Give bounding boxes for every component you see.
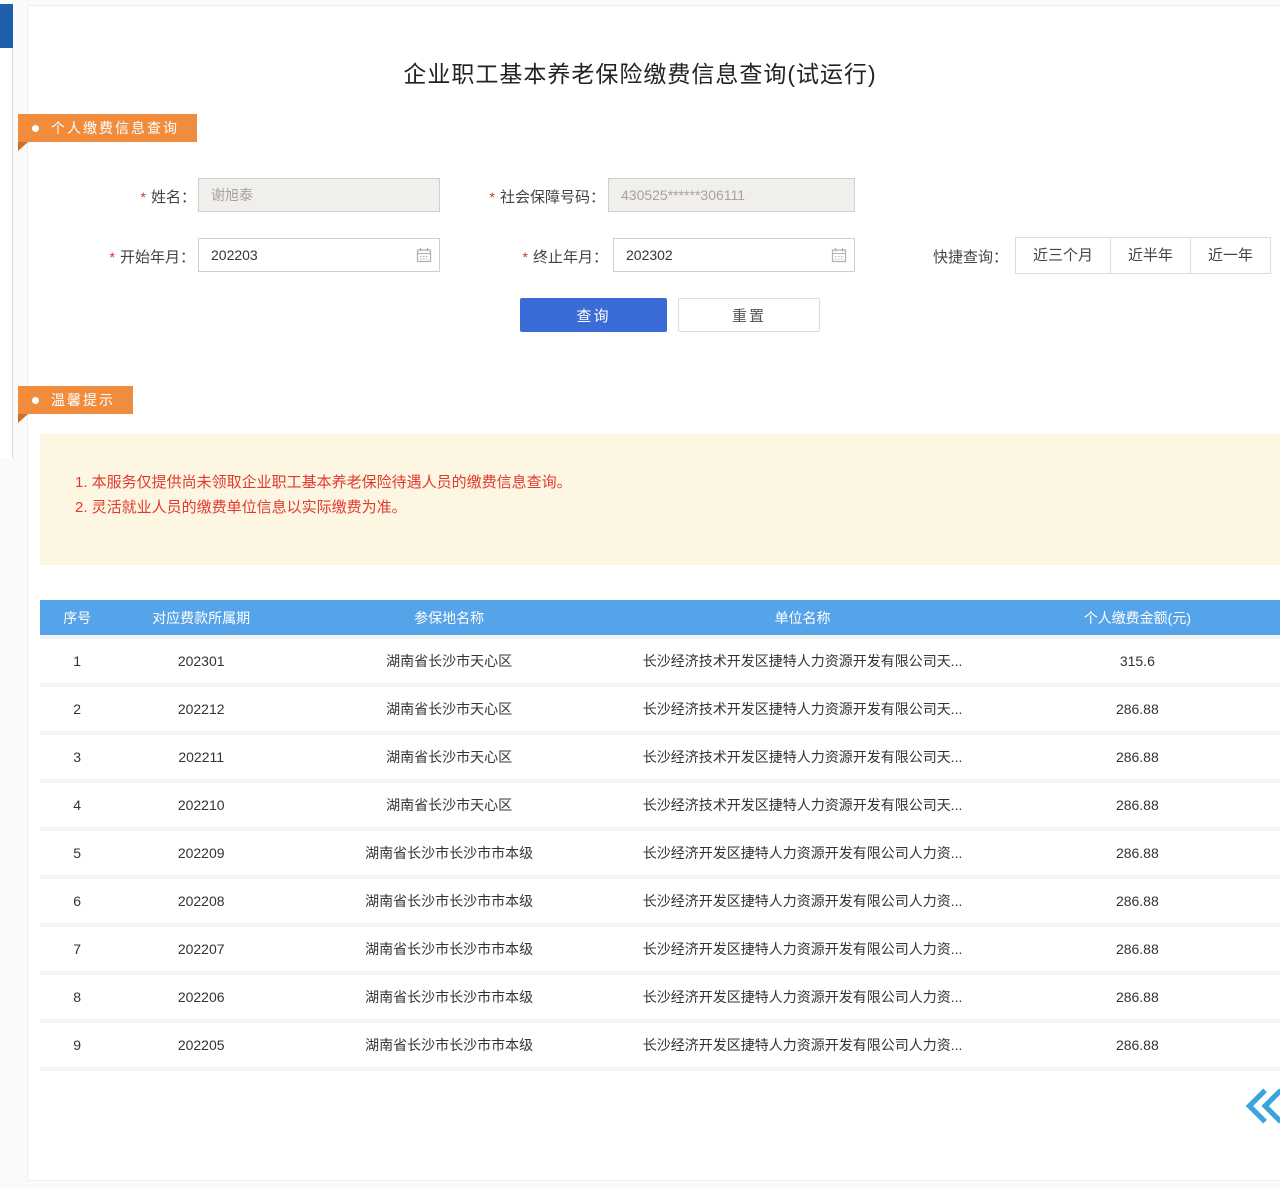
end-month-label: *终止年月： — [488, 246, 608, 267]
table-row: 9202205湖南省长沙市长沙市市本级长沙经济开发区捷特人力资源开发有限公司人力… — [40, 1023, 1280, 1071]
personal-query-section-label: 个人缴费信息查询 — [51, 118, 179, 138]
cell-amount: 286.88 — [995, 749, 1280, 765]
cell-period: 202211 — [114, 749, 288, 765]
cell-amount: 286.88 — [995, 1037, 1280, 1053]
table-row: 2202212湖南省长沙市天心区长沙经济技术开发区捷特人力资源开发有限公司天..… — [40, 687, 1280, 735]
table-row: 8202206湖南省长沙市长沙市市本级长沙经济开发区捷特人力资源开发有限公司人力… — [40, 975, 1280, 1023]
cell-period: 202206 — [114, 989, 288, 1005]
tips-section-label: 温馨提示 — [51, 390, 115, 410]
cell-company: 长沙经济开发区捷特人力资源开发有限公司人力资... — [610, 1035, 994, 1055]
cell-amount: 286.88 — [995, 797, 1280, 813]
end-month-input[interactable] — [613, 238, 855, 272]
quick-range-1year-button[interactable]: 近一年 — [1190, 237, 1271, 274]
cell-area: 湖南省长沙市长沙市市本级 — [288, 843, 610, 863]
header-cell-period: 对应费款所属期 — [114, 608, 288, 628]
bullet-dot-icon — [32, 397, 39, 404]
table-row: 3202211湖南省长沙市天心区长沙经济技术开发区捷特人力资源开发有限公司天..… — [40, 735, 1280, 783]
cell-area: 湖南省长沙市天心区 — [288, 795, 610, 815]
name-field-wrap — [198, 178, 440, 212]
cell-period: 202207 — [114, 941, 288, 957]
cell-period: 202210 — [114, 797, 288, 813]
bullet-dot-icon — [32, 125, 39, 132]
cell-area: 湖南省长沙市长沙市市本级 — [288, 1035, 610, 1055]
cell-company: 长沙经济技术开发区捷特人力资源开发有限公司天... — [610, 747, 994, 767]
table-row: 5202209湖南省长沙市长沙市市本级长沙经济开发区捷特人力资源开发有限公司人力… — [40, 831, 1280, 879]
calendar-icon[interactable] — [831, 247, 847, 263]
cell-area: 湖南省长沙市天心区 — [288, 747, 610, 767]
page-title: 企业职工基本养老保险缴费信息查询(试运行) — [0, 55, 1280, 89]
cell-area: 湖南省长沙市天心区 — [288, 651, 610, 671]
cell-period: 202301 — [114, 653, 288, 669]
cell-amount: 286.88 — [995, 989, 1280, 1005]
quick-range-6months-button[interactable]: 近半年 — [1110, 237, 1191, 274]
table-row: 7202207湖南省长沙市长沙市市本级长沙经济开发区捷特人力资源开发有限公司人力… — [40, 927, 1280, 975]
cell-company: 长沙经济开发区捷特人力资源开发有限公司人力资... — [610, 843, 994, 863]
cell-no: 6 — [40, 893, 114, 909]
ssn-input[interactable] — [608, 178, 855, 212]
cell-no: 8 — [40, 989, 114, 1005]
double-left-chevron-icon[interactable] — [1240, 1083, 1280, 1129]
cell-no: 4 — [40, 797, 114, 813]
results-table: 序号 对应费款所属期 参保地名称 单位名称 个人缴费金额(元) 1202301湖… — [40, 600, 1280, 1071]
tips-section-badge: 温馨提示 — [18, 386, 133, 414]
start-month-label: *开始年月： — [75, 246, 195, 267]
header-cell-amount: 个人缴费金额(元) — [995, 608, 1280, 628]
results-table-body: 1202301湖南省长沙市天心区长沙经济技术开发区捷特人力资源开发有限公司天..… — [40, 639, 1280, 1071]
notice-line: 1. 本服务仅提供尚未领取企业职工基本养老保险待遇人员的缴费信息查询。 — [75, 470, 1260, 495]
cell-amount: 286.88 — [995, 845, 1280, 861]
sidebar-logo-block — [0, 4, 13, 48]
cell-company: 长沙经济技术开发区捷特人力资源开发有限公司天... — [610, 651, 994, 671]
cell-company: 长沙经济技术开发区捷特人力资源开发有限公司天... — [610, 795, 994, 815]
ssn-label: *社会保障号码： — [450, 186, 605, 207]
ssn-field-wrap — [608, 178, 855, 212]
header-cell-area: 参保地名称 — [288, 608, 610, 628]
required-asterisk: * — [523, 249, 528, 265]
name-label: *姓名： — [100, 186, 196, 207]
cell-company: 长沙经济开发区捷特人力资源开发有限公司人力资... — [610, 939, 994, 959]
cell-amount: 286.88 — [995, 893, 1280, 909]
cell-company: 长沙经济开发区捷特人力资源开发有限公司人力资... — [610, 987, 994, 1007]
start-month-field-wrap — [198, 238, 440, 272]
header-cell-company: 单位名称 — [610, 608, 994, 628]
quick-query-group: 近三个月 近半年 近一年 — [1016, 237, 1271, 274]
cell-no: 9 — [40, 1037, 114, 1053]
cell-area: 湖南省长沙市长沙市市本级 — [288, 939, 610, 959]
cell-period: 202205 — [114, 1037, 288, 1053]
table-row: 6202208湖南省长沙市长沙市市本级长沙经济开发区捷特人力资源开发有限公司人力… — [40, 879, 1280, 927]
cell-area: 湖南省长沙市长沙市市本级 — [288, 891, 610, 911]
cell-period: 202209 — [114, 845, 288, 861]
notice-line: 2. 灵活就业人员的缴费单位信息以实际缴费为准。 — [75, 495, 1260, 520]
reset-button[interactable]: 重置 — [678, 298, 820, 332]
notice-box: 1. 本服务仅提供尚未领取企业职工基本养老保险待遇人员的缴费信息查询。 2. 灵… — [40, 434, 1280, 565]
query-button[interactable]: 查询 — [520, 298, 667, 332]
start-month-input[interactable] — [198, 238, 440, 272]
quick-range-3months-button[interactable]: 近三个月 — [1015, 237, 1111, 274]
personal-query-section-badge: 个人缴费信息查询 — [18, 114, 197, 142]
cell-no: 2 — [40, 701, 114, 717]
calendar-icon[interactable] — [416, 247, 432, 263]
cell-amount: 286.88 — [995, 701, 1280, 717]
end-month-field-wrap — [613, 238, 855, 272]
required-asterisk: * — [110, 249, 115, 265]
name-input[interactable] — [198, 178, 440, 212]
cell-area: 湖南省长沙市天心区 — [288, 699, 610, 719]
cell-area: 湖南省长沙市长沙市市本级 — [288, 987, 610, 1007]
cell-company: 长沙经济开发区捷特人力资源开发有限公司人力资... — [610, 891, 994, 911]
required-asterisk: * — [141, 189, 146, 205]
cell-no: 7 — [40, 941, 114, 957]
required-asterisk: * — [490, 189, 495, 205]
cell-amount: 286.88 — [995, 941, 1280, 957]
table-header-row: 序号 对应费款所属期 参保地名称 单位名称 个人缴费金额(元) — [40, 600, 1280, 639]
cell-period: 202212 — [114, 701, 288, 717]
table-row: 1202301湖南省长沙市天心区长沙经济技术开发区捷特人力资源开发有限公司天..… — [40, 639, 1280, 687]
table-row: 4202210湖南省长沙市天心区长沙经济技术开发区捷特人力资源开发有限公司天..… — [40, 783, 1280, 831]
header-cell-no: 序号 — [40, 608, 114, 628]
quick-query-label: 快捷查询： — [933, 246, 1008, 267]
cell-period: 202208 — [114, 893, 288, 909]
cell-no: 3 — [40, 749, 114, 765]
cell-no: 1 — [40, 653, 114, 669]
cell-amount: 315.6 — [995, 653, 1280, 669]
cell-company: 长沙经济技术开发区捷特人力资源开发有限公司天... — [610, 699, 994, 719]
cell-no: 5 — [40, 845, 114, 861]
